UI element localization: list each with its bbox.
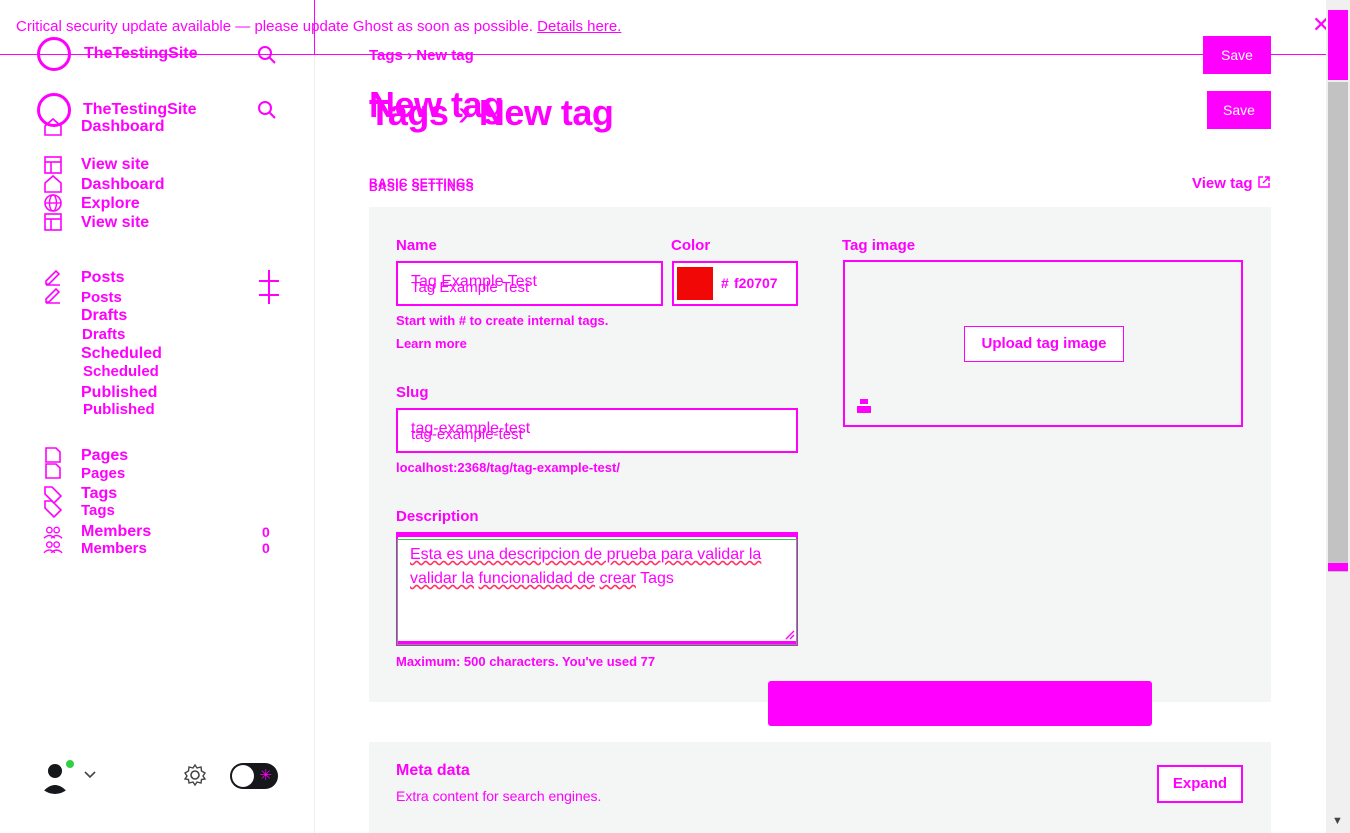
name-input[interactable]: Tag Example Test Tag Example Test (396, 261, 663, 306)
scrollbar-marker (1328, 563, 1348, 571)
page-icon (45, 447, 61, 479)
highlight-bar (768, 681, 1152, 726)
globe-icon (44, 194, 62, 212)
nav-members[interactable]: Members (81, 540, 147, 557)
online-status-icon (64, 758, 76, 770)
toggle-knob (232, 765, 254, 787)
slug-url: localhost:2368/tag/tag-example-test/ (396, 460, 620, 475)
description-label: Description (396, 508, 479, 525)
security-banner: Critical security update available — ple… (0, 0, 1350, 55)
breadcrumb: Tags › New tag (369, 92, 614, 134)
section-label: BASIC SETTINGS (369, 180, 474, 194)
tag-icon (44, 486, 63, 519)
nav-pages[interactable]: Pages (81, 447, 128, 465)
nav-view-site[interactable]: View site (81, 156, 149, 174)
banner-details-link[interactable]: Details here. (537, 18, 621, 35)
scrollbar-marker (1328, 10, 1348, 80)
banner-text: Critical security update available — ple… (16, 18, 533, 35)
name-input-value: Tag Example Test (411, 279, 530, 296)
meta-title: Meta data (396, 762, 470, 779)
description-line-2: validar la (410, 570, 475, 587)
site-name[interactable]: TheTestingSite (83, 101, 197, 119)
slug-input[interactable]: tag-example-test tag-example-test (396, 408, 798, 453)
nav-published[interactable]: Published (83, 401, 155, 418)
color-input[interactable]: # f20707 (672, 261, 798, 306)
learn-more-link[interactable]: Learn more (396, 336, 467, 351)
edit-icon (45, 269, 61, 286)
scrollbar-thumb[interactable] (1328, 82, 1348, 572)
external-link-icon (1258, 176, 1270, 188)
nav-posts[interactable]: Posts (81, 269, 125, 287)
gear-icon[interactable] (183, 763, 207, 787)
breadcrumb-current: New tag (416, 47, 474, 64)
members-count-badge: 0 (262, 540, 270, 556)
meta-subtitle: Extra content for search engines. (396, 788, 602, 804)
view-tag-label: View tag (1192, 175, 1253, 192)
name-label: Name (396, 237, 437, 254)
chevron-right-icon: › (457, 92, 479, 133)
save-button[interactable]: Save (1207, 91, 1271, 129)
description-hint: Maximum: 500 characters. You've used 77 (396, 654, 656, 669)
view-tag-link[interactable]: View tag (1192, 175, 1271, 192)
nav-explore[interactable]: Explore (81, 195, 140, 213)
banner-divider (314, 0, 315, 55)
slug-label: Slug (396, 384, 429, 401)
name-hint: Start with # to create internal tags. (396, 313, 609, 328)
dark-mode-toggle[interactable]: ✳ (230, 763, 278, 789)
color-label: Color (671, 237, 711, 254)
sidebar: TheTestingSite TheTestingSite Dashboard … (0, 0, 315, 833)
resize-handle-icon[interactable] (785, 630, 795, 640)
members-icon (43, 526, 63, 554)
home-icon (44, 174, 62, 193)
nav-dashboard[interactable]: Dashboard (81, 176, 165, 194)
nav-dashboard[interactable]: Dashboard (81, 118, 165, 136)
nav-pages[interactable]: Pages (81, 465, 125, 482)
nav-drafts[interactable]: Drafts (81, 307, 127, 325)
nav-tags[interactable]: Tags (81, 485, 117, 503)
expand-button[interactable]: Expand (1157, 765, 1243, 803)
tag-image-label: Tag image (842, 237, 916, 254)
description-text: Esta es una descripcion de prueba para v… (410, 543, 776, 591)
color-input-value: f20707 (734, 275, 778, 291)
banner-message: Critical security update available — ple… (16, 18, 621, 35)
scroll-down-icon[interactable]: ▼ (1332, 815, 1343, 827)
home-icon (44, 117, 62, 136)
nav-posts[interactable]: Posts (81, 289, 122, 306)
breadcrumb: Tags › New tag (369, 47, 474, 64)
chevron-right-icon: › (407, 47, 417, 64)
basic-settings-panel: Name Tag Example Test Tag Example Test S… (369, 207, 1271, 702)
view-site-icon (44, 156, 62, 174)
description-line-2: funcionalidad de (478, 570, 596, 587)
nav-view-site[interactable]: View site (81, 214, 149, 232)
view-site-icon (44, 213, 62, 231)
color-hash: # (721, 275, 729, 291)
page-title: New tag (478, 92, 614, 133)
nav-tags[interactable]: Tags (81, 502, 115, 519)
save-button[interactable]: Save (1203, 36, 1271, 74)
chevron-down-icon[interactable] (83, 770, 97, 780)
description-line-2: crear (599, 570, 636, 587)
nav-drafts[interactable]: Drafts (82, 326, 125, 343)
nav-scheduled[interactable]: Scheduled (83, 363, 159, 380)
edit-icon (45, 287, 61, 304)
nav-members[interactable]: Members (81, 523, 151, 541)
meta-data-panel: Meta data Extra content for search engin… (369, 742, 1271, 833)
upload-tag-image-button[interactable]: Upload tag image (964, 326, 1124, 362)
members-count-badge: 0 (262, 524, 270, 540)
nav-scheduled[interactable]: Scheduled (81, 345, 162, 363)
sparkle-icon: ✳ (259, 767, 272, 784)
slug-input-value: tag-example-test (411, 426, 523, 443)
scrollbar[interactable]: ▼ (1326, 0, 1350, 833)
tag-image-dropzone[interactable]: Upload tag image (843, 260, 1243, 427)
description-line-1: Esta es una descripcion de prueba para v… (410, 546, 762, 563)
nav-published[interactable]: Published (81, 384, 157, 402)
unsplash-icon[interactable] (855, 397, 873, 415)
description-line-2: Tags (640, 570, 674, 587)
description-textarea[interactable]: Esta es una descripcion de prueba para v… (396, 532, 798, 646)
breadcrumb-tags-link[interactable]: Tags (369, 47, 403, 64)
breadcrumb-tags-link[interactable]: Tags (369, 92, 449, 133)
search-icon[interactable] (257, 100, 277, 120)
add-post-icon[interactable] (257, 270, 281, 304)
color-swatch[interactable] (677, 267, 713, 300)
